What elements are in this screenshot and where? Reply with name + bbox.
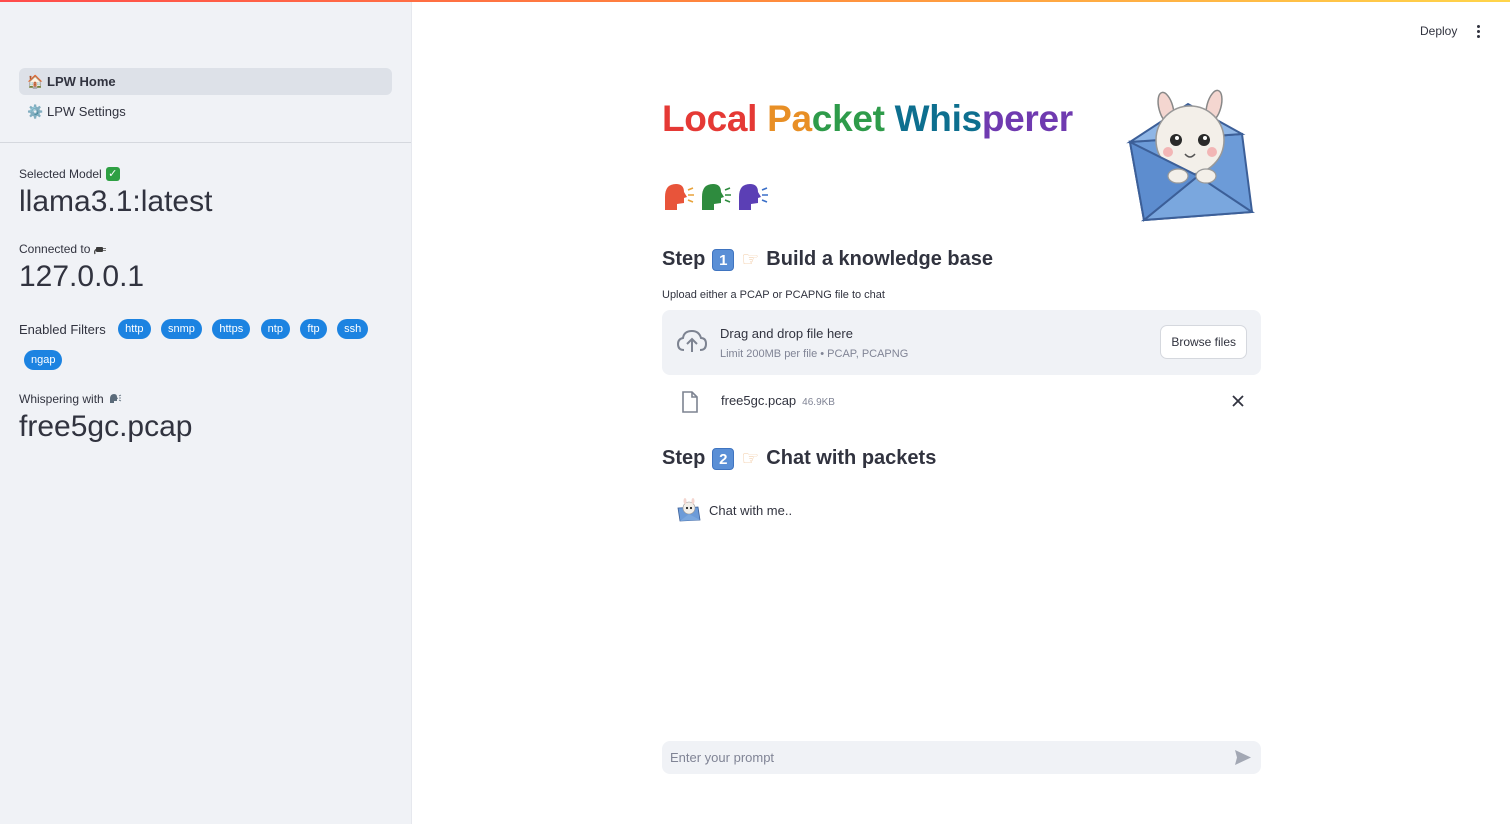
- whispering-block: Whispering with free5gc.pcap: [19, 392, 192, 443]
- filter-pill: ntp: [260, 319, 290, 339]
- selected-model-block: Selected Model ✓ llama3.1:latest: [19, 167, 212, 218]
- connection-value: 127.0.0.1: [19, 260, 145, 293]
- filter-pill: ngap: [24, 350, 63, 370]
- upload-label: Upload either a PCAP or PCAPNG file to c…: [662, 289, 885, 301]
- chat-input-container: [662, 741, 1261, 774]
- sidebar-divider: [0, 142, 411, 143]
- check-icon: ✓: [105, 167, 120, 181]
- whispering-value: free5gc.pcap: [19, 410, 193, 443]
- uploaded-file-row: free5gc.pcap 46.9KB: [662, 387, 1261, 417]
- dropzone-title: Drag and drop file here: [720, 326, 853, 341]
- step-prefix: Step: [662, 447, 706, 469]
- file-icon: [682, 391, 698, 413]
- file-size: 46.9KB: [802, 397, 835, 408]
- gear-icon: ⚙️: [27, 103, 44, 119]
- enabled-filters-row: Enabled Filters http snmp https ntp ftp …: [19, 319, 399, 339]
- send-icon[interactable]: [1234, 749, 1252, 766]
- connection-label-row: Connected to: [19, 242, 144, 256]
- cloud-upload-icon: [676, 329, 708, 352]
- dropzone-subtitle: Limit 200MB per file • PCAP, PCAPNG: [720, 348, 909, 360]
- title-word-local: Local: [662, 98, 758, 139]
- connection-label: Connected to: [19, 242, 91, 256]
- nav-item-label: LPW Settings: [47, 104, 126, 119]
- kebab-menu-icon[interactable]: [1470, 22, 1486, 40]
- speaking-heads-row: [662, 180, 769, 213]
- nav-item-label: LPW Home: [47, 74, 116, 89]
- browse-files-button[interactable]: Browse files: [1160, 325, 1247, 359]
- close-icon[interactable]: [1230, 393, 1246, 409]
- nav-item-lpw-home[interactable]: 🏠 LPW Home: [19, 68, 392, 95]
- filter-pill: ssh: [337, 319, 369, 339]
- sidebar: 🏠 LPW Home ⚙️ LPW Settings Selected Mode…: [0, 0, 412, 824]
- whispering-label-row: Whispering with: [19, 392, 192, 406]
- whispering-label: Whispering with: [19, 392, 104, 406]
- keycap-number-icon: 1: [712, 248, 735, 271]
- enabled-filters-row-2: ngap: [24, 350, 68, 370]
- step-1-heading: Step 1 ☞ Build a knowledge base: [662, 247, 993, 272]
- sidebar-overflow-text: [128, 808, 134, 824]
- speaking-head-icon: [665, 184, 694, 210]
- connection-block: Connected to 127.0.0.1: [19, 242, 144, 293]
- sidebar-nav: 🏠 LPW Home ⚙️ LPW Settings: [19, 68, 392, 128]
- filter-pill: https: [212, 319, 251, 339]
- step-2-text: Chat with packets: [766, 447, 937, 469]
- nav-item-lpw-settings[interactable]: ⚙️ LPW Settings: [19, 98, 392, 125]
- llama-avatar-icon: [677, 498, 701, 522]
- pointing-hand-icon: ☞: [741, 448, 760, 470]
- top-decoration-stripe: [0, 0, 1510, 2]
- keycap-number-icon: 2: [712, 447, 735, 470]
- page-title: Local Packet Whisperer: [662, 98, 1073, 140]
- speaking-head-icon: [702, 184, 731, 210]
- selected-model-label-row: Selected Model ✓: [19, 167, 212, 181]
- step-prefix: Step: [662, 248, 706, 270]
- selected-model-value: llama3.1:latest: [19, 185, 213, 218]
- selected-model-label: Selected Model: [19, 167, 102, 181]
- filter-pill: snmp: [160, 319, 202, 339]
- chat-message-text: Chat with me..: [709, 502, 793, 518]
- filter-pill: http: [118, 319, 151, 339]
- step-1-text: Build a knowledge base: [766, 248, 993, 270]
- chat-input[interactable]: [662, 741, 1222, 774]
- pointing-hand-icon: ☞: [741, 249, 760, 271]
- title-word-packet-a: Pa: [767, 98, 812, 139]
- speaking-head-icon: [739, 184, 768, 210]
- file-dropzone[interactable]: Drag and drop file here Limit 200MB per …: [662, 310, 1261, 375]
- speaking-head-icon: [109, 394, 121, 403]
- title-word-packet-b: cket: [811, 98, 885, 139]
- file-name: free5gc.pcap 46.9KB: [721, 393, 835, 408]
- step-2-heading: Step 2 ☞ Chat with packets: [662, 446, 936, 471]
- enabled-filters-label: Enabled Filters: [19, 321, 106, 337]
- deploy-button[interactable]: Deploy: [1414, 22, 1463, 40]
- plug-icon: [94, 247, 107, 255]
- filter-pill: ftp: [300, 319, 327, 339]
- title-word-whisperer-b: perer: [981, 98, 1073, 139]
- house-icon: 🏠: [27, 73, 44, 89]
- title-word-whisperer-a: Whis: [894, 98, 982, 139]
- chat-message: Chat with me..: [677, 498, 792, 522]
- llama-mascot: [1126, 89, 1255, 222]
- file-name-text: free5gc.pcap: [721, 393, 797, 408]
